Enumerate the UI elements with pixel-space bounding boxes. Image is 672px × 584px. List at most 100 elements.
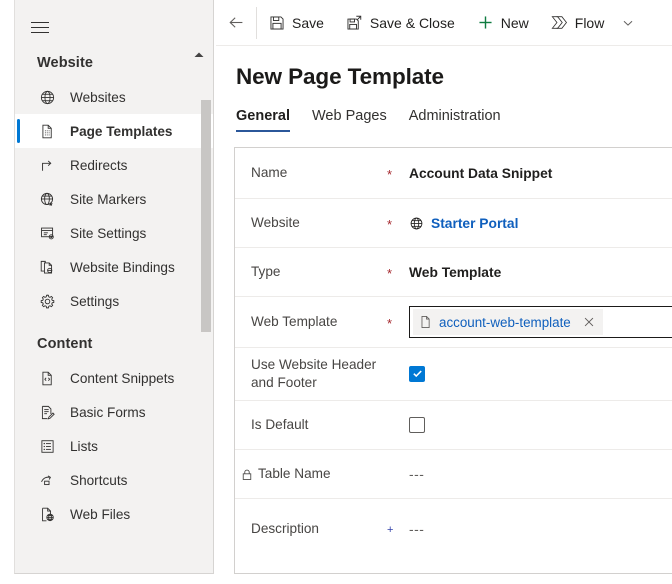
sidebar-item-label: Lists bbox=[70, 439, 98, 454]
sidebar-item-web-files[interactable]: Web Files bbox=[15, 497, 213, 531]
hamburger-line bbox=[31, 22, 49, 23]
sidebar-item-page-templates[interactable]: Page Templates bbox=[15, 114, 213, 148]
sidebar-item-settings[interactable]: Settings bbox=[15, 284, 213, 318]
required-marker bbox=[387, 373, 409, 375]
document-icon bbox=[419, 315, 433, 329]
list-icon bbox=[37, 436, 57, 456]
form-row-website: Website * Starter Portal bbox=[235, 199, 672, 248]
tab-administration[interactable]: Administration bbox=[409, 108, 501, 132]
globe-star-icon bbox=[37, 189, 57, 209]
form-row-is-default: Is Default bbox=[235, 401, 672, 450]
website-link[interactable]: Starter Portal bbox=[431, 216, 518, 231]
code-snippet-icon bbox=[37, 368, 57, 388]
tab-strip: General Web Pages Administration bbox=[216, 102, 672, 132]
sidebar-item-label: Settings bbox=[70, 294, 119, 309]
sidebar-item-label: Basic Forms bbox=[70, 405, 146, 420]
main-content: Save Save & Close New bbox=[216, 0, 672, 584]
nav-group-title-content: Content bbox=[15, 318, 213, 361]
lock-icon bbox=[241, 468, 253, 481]
field-value-type[interactable]: Web Template bbox=[409, 265, 672, 280]
field-label-use-website-header-and-footer: Use Website Header and Footer bbox=[251, 356, 387, 393]
form-row-type: Type * Web Template bbox=[235, 248, 672, 297]
sidebar-item-websites[interactable]: Websites bbox=[15, 80, 213, 114]
shortcut-icon bbox=[37, 470, 57, 490]
flow-icon bbox=[551, 14, 568, 31]
field-label-is-default: Is Default bbox=[251, 416, 387, 434]
lookup-token-text[interactable]: account-web-template bbox=[439, 315, 571, 330]
form-edit-icon bbox=[37, 402, 57, 422]
field-label-web-template: Web Template bbox=[251, 313, 387, 331]
field-label-name: Name bbox=[251, 164, 387, 182]
form-row-description: Description + --- bbox=[235, 499, 672, 559]
sidebar-item-shortcuts[interactable]: Shortcuts bbox=[15, 463, 213, 497]
new-button-label: New bbox=[501, 15, 529, 31]
form-row-use-website-header-and-footer: Use Website Header and Footer bbox=[235, 348, 672, 401]
sidebar-item-site-markers[interactable]: Site Markers bbox=[15, 182, 213, 216]
web-file-icon bbox=[37, 504, 57, 524]
lookup-token[interactable]: account-web-template bbox=[413, 309, 603, 335]
save-and-close-icon bbox=[346, 14, 363, 31]
save-and-close-label: Save & Close bbox=[370, 15, 455, 31]
hamburger-menu-icon[interactable] bbox=[29, 14, 61, 40]
sidebar-item-basic-forms[interactable]: Basic Forms bbox=[15, 395, 213, 429]
sidebar-item-content-snippets[interactable]: Content Snippets bbox=[15, 361, 213, 395]
nav-scroll-region: Website Websites bbox=[15, 46, 213, 573]
web-template-lookup-input[interactable]: account-web-template bbox=[409, 306, 672, 338]
plus-icon bbox=[477, 14, 494, 31]
sidebar-item-label: Site Settings bbox=[70, 226, 146, 241]
required-marker: * bbox=[387, 315, 409, 330]
close-icon[interactable] bbox=[577, 310, 601, 334]
page-template-icon bbox=[37, 121, 57, 141]
checkbox-is-default[interactable] bbox=[409, 417, 425, 433]
sidebar-item-label: Website Bindings bbox=[70, 260, 175, 275]
field-label-description: Description bbox=[251, 520, 387, 538]
save-and-close-button[interactable]: Save & Close bbox=[335, 0, 466, 46]
hamburger-line bbox=[31, 32, 49, 33]
back-arrow-icon[interactable] bbox=[216, 0, 256, 46]
nav-group-title-website: Website bbox=[15, 46, 213, 80]
required-marker bbox=[387, 473, 409, 475]
field-label-table-name: Table Name bbox=[251, 465, 387, 483]
sidebar-item-label: Redirects bbox=[70, 158, 127, 173]
sidebar-scrollbar[interactable] bbox=[201, 46, 211, 572]
tab-web-pages[interactable]: Web Pages bbox=[312, 108, 387, 132]
redirect-arrow-icon bbox=[37, 155, 57, 175]
sidebar-item-label: Web Files bbox=[70, 507, 130, 522]
navigation-sidebar: Website Websites bbox=[14, 0, 214, 574]
site-settings-icon bbox=[37, 223, 57, 243]
sidebar-item-label: Site Markers bbox=[70, 192, 146, 207]
field-value-table-name: --- bbox=[409, 467, 672, 482]
sidebar-item-website-bindings[interactable]: Website Bindings bbox=[15, 250, 213, 284]
sidebar-item-lists[interactable]: Lists bbox=[15, 429, 213, 463]
sidebar-item-label: Content Snippets bbox=[70, 371, 174, 386]
field-value-is-default bbox=[409, 417, 672, 433]
tab-general[interactable]: General bbox=[236, 108, 290, 132]
sidebar-item-label: Shortcuts bbox=[70, 473, 127, 488]
form-row-name: Name * Account Data Snippet bbox=[235, 148, 672, 199]
field-value-use-website-header-and-footer bbox=[409, 366, 672, 382]
optional-marker: + bbox=[387, 523, 409, 536]
sidebar-item-label: Websites bbox=[70, 90, 126, 105]
chevron-down-icon[interactable] bbox=[615, 0, 641, 46]
field-value-description[interactable]: --- bbox=[409, 522, 672, 537]
field-value-website[interactable]: Starter Portal bbox=[409, 216, 672, 231]
checkbox-use-website-header-and-footer[interactable] bbox=[409, 366, 425, 382]
globe-icon bbox=[409, 216, 424, 231]
field-value-name[interactable]: Account Data Snippet bbox=[409, 166, 672, 181]
sidebar-scroll-thumb[interactable] bbox=[201, 100, 211, 332]
website-bindings-icon bbox=[37, 257, 57, 277]
gear-icon bbox=[37, 291, 57, 311]
field-label-type: Type bbox=[251, 263, 387, 281]
form-row-table-name: Table Name --- bbox=[235, 450, 672, 499]
checkmark-icon bbox=[412, 367, 423, 382]
sidebar-item-redirects[interactable]: Redirects bbox=[15, 148, 213, 182]
sidebar-item-site-settings[interactable]: Site Settings bbox=[15, 216, 213, 250]
field-label-text: Table Name bbox=[258, 465, 331, 483]
flow-button-label: Flow bbox=[575, 15, 605, 31]
flow-button[interactable]: Flow bbox=[540, 0, 616, 46]
command-bar: Save Save & Close New bbox=[216, 0, 672, 46]
field-label-website: Website bbox=[251, 214, 387, 232]
save-button[interactable]: Save bbox=[257, 0, 335, 46]
new-button[interactable]: New bbox=[466, 0, 540, 46]
globe-icon bbox=[37, 87, 57, 107]
